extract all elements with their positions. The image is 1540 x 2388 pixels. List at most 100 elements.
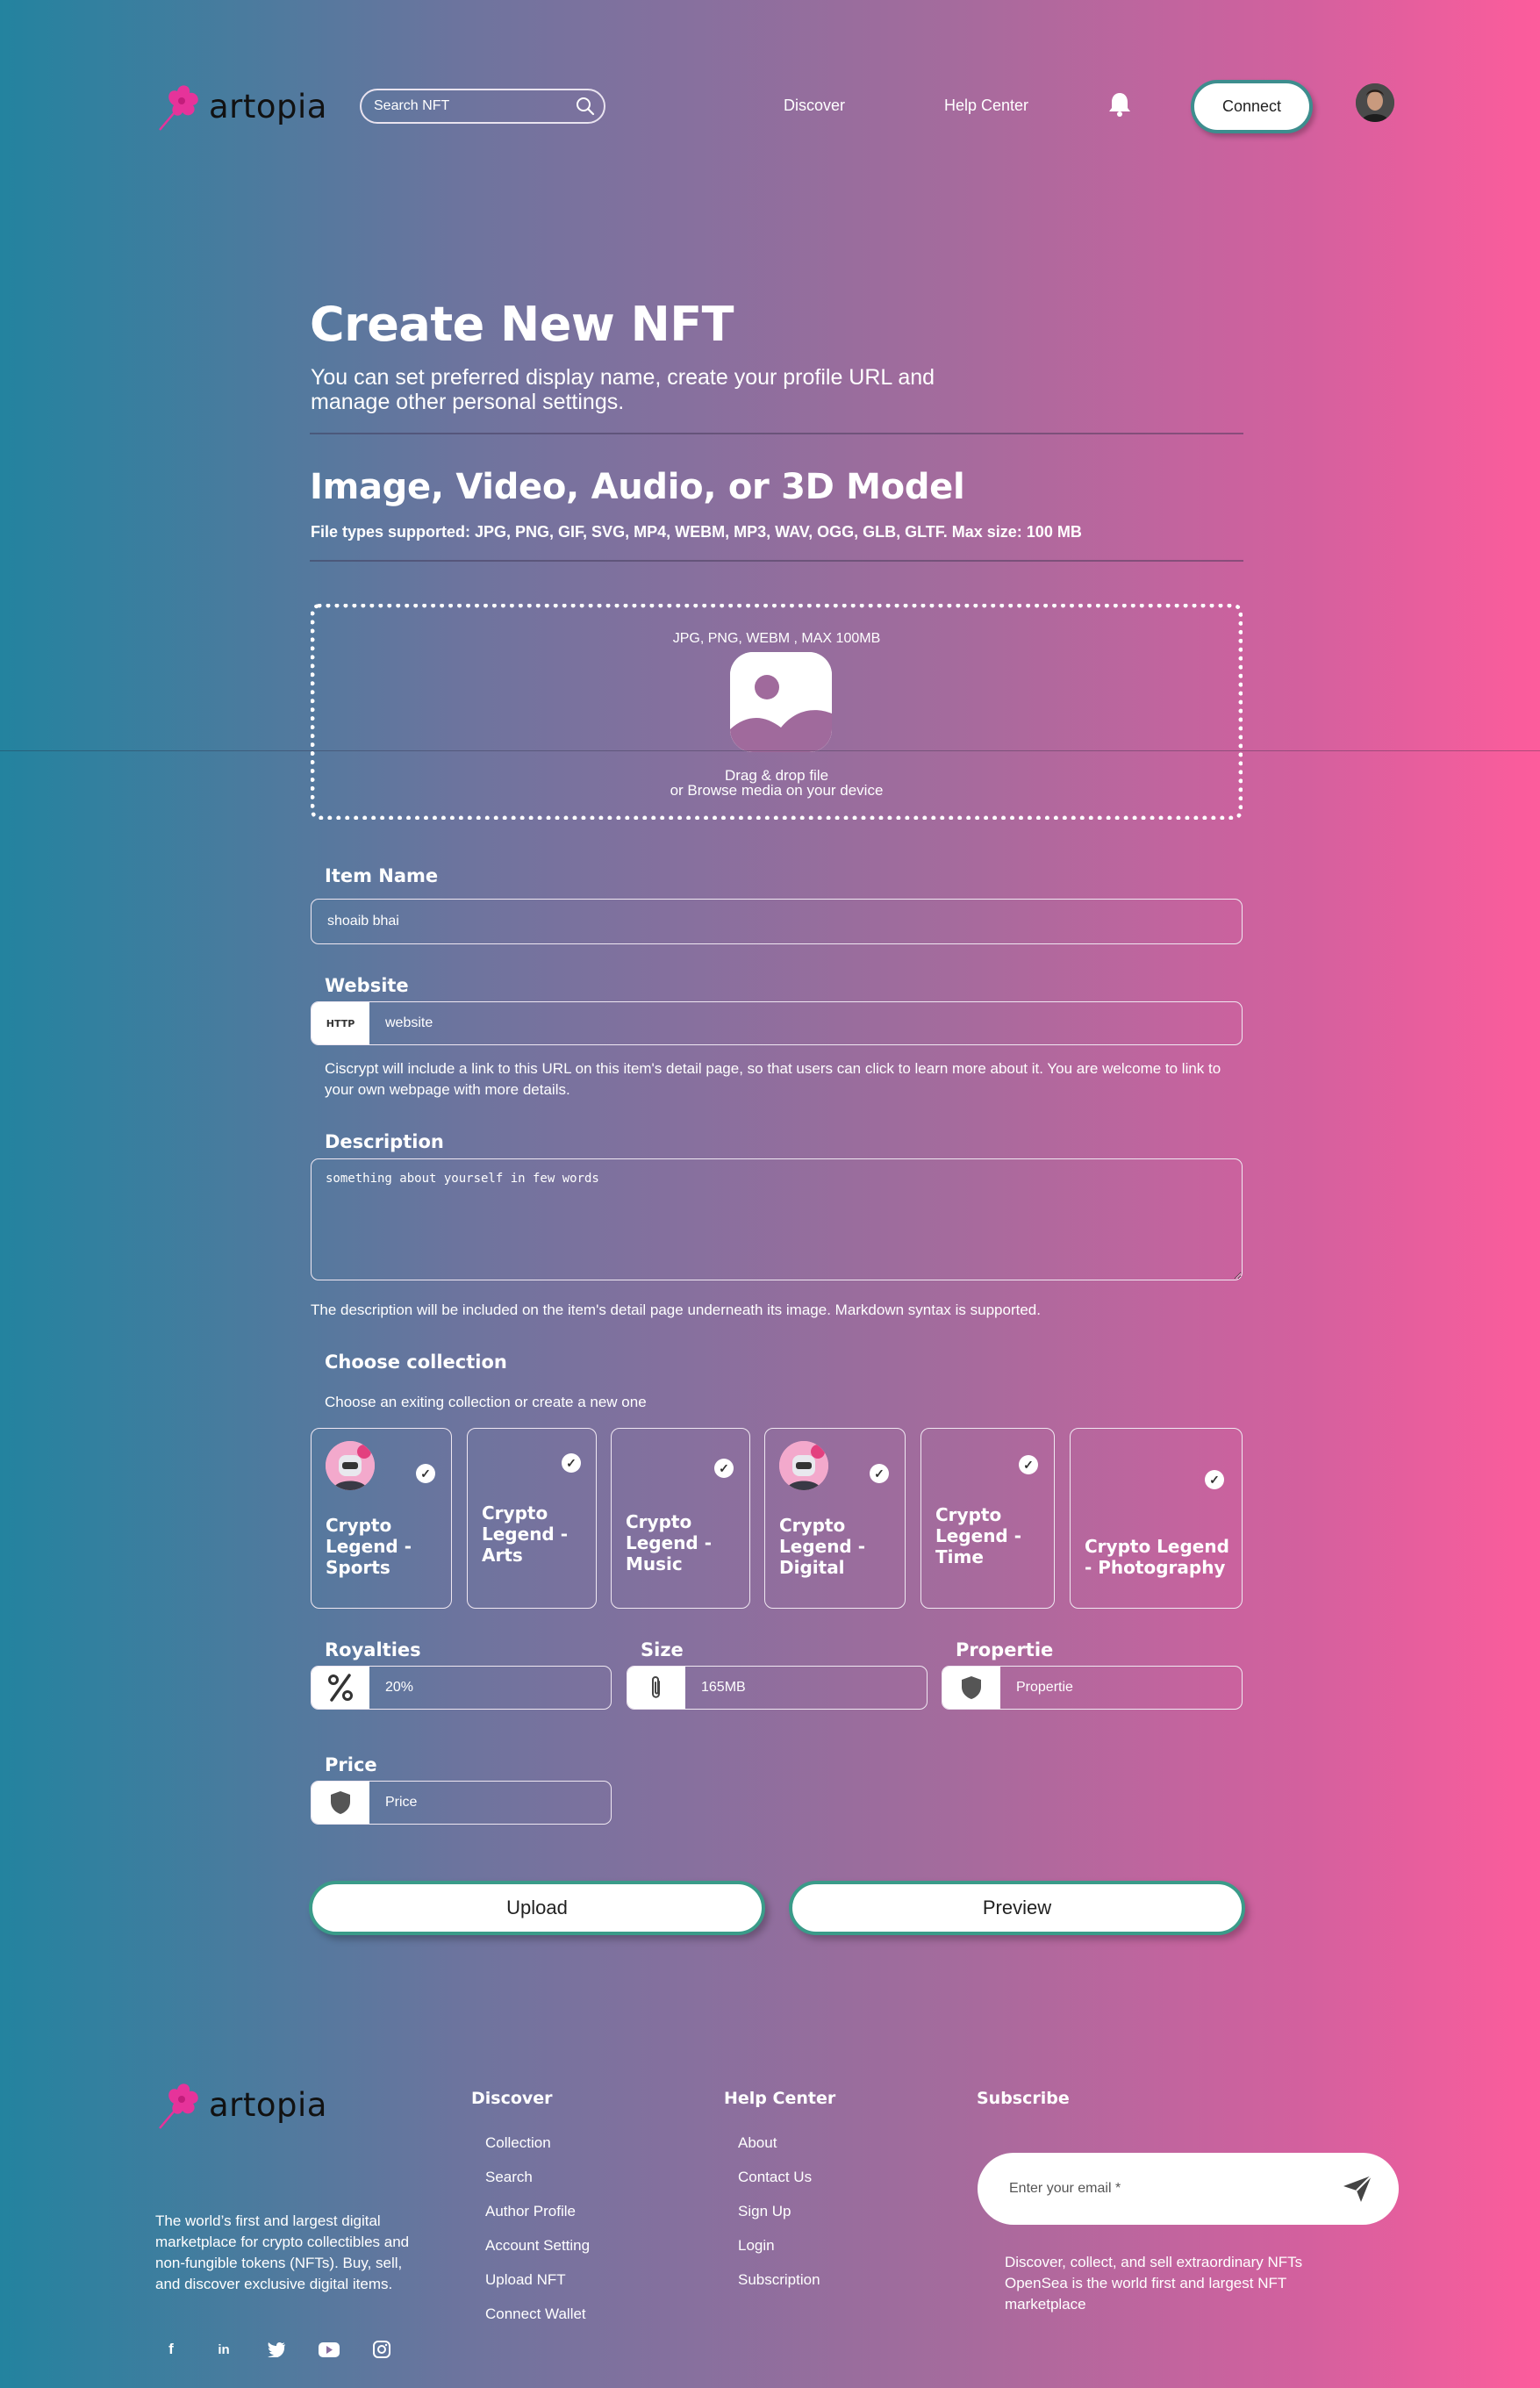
paperclip-icon — [627, 1667, 685, 1709]
check-icon: ✓ — [714, 1459, 734, 1478]
dropzone-text: Drag & drop file or Browse media on your… — [315, 768, 1238, 798]
price-input[interactable] — [369, 1782, 606, 1824]
collection-title: Crypto Legend - Digital — [779, 1515, 866, 1578]
subscribe-text: Discover, collect, and sell extraordinar… — [1005, 2254, 1303, 2313]
shield-icon — [312, 1782, 369, 1824]
footer-link-login[interactable]: Login — [738, 2237, 820, 2255]
price-field[interactable] — [311, 1781, 612, 1825]
footer-link-contact-us[interactable]: Contact Us — [738, 2169, 820, 2186]
nav-help-center[interactable]: Help Center — [944, 97, 1028, 115]
footer-subscribe-title: Subscribe — [977, 2089, 1070, 2108]
footer-link-collection[interactable]: Collection — [485, 2134, 590, 2152]
website-field[interactable]: HTTP — [311, 1001, 1243, 1045]
price-label: Price — [325, 1754, 377, 1775]
check-icon: ✓ — [562, 1453, 581, 1473]
upload-button[interactable]: Upload — [309, 1881, 765, 1935]
linkedin-icon[interactable]: in — [209, 2334, 239, 2364]
search-input[interactable] — [372, 97, 551, 115]
flower-logo-icon — [159, 2083, 198, 2129]
page-title: Create New NFT — [310, 297, 734, 352]
user-avatar[interactable] — [1356, 83, 1394, 122]
collection-label: Choose collection — [325, 1352, 507, 1373]
collection-title: Crypto Legend - Photography — [1085, 1536, 1229, 1578]
http-prefix: HTTP — [312, 1002, 369, 1044]
size-input[interactable] — [685, 1667, 922, 1709]
collection-avatar — [326, 1441, 375, 1490]
website-input[interactable] — [369, 1002, 1229, 1044]
footer-link-sign-up[interactable]: Sign Up — [738, 2203, 820, 2220]
size-field[interactable] — [627, 1666, 928, 1710]
divider — [310, 433, 1243, 434]
collection-card-digital[interactable]: ✓ Crypto Legend - Digital — [764, 1428, 906, 1609]
divider — [310, 560, 1243, 562]
preview-button[interactable]: Preview — [789, 1881, 1245, 1935]
description-help: The description will be included on the … — [311, 1302, 1041, 1318]
bell-icon[interactable] — [1108, 91, 1131, 118]
dropzone-line2[interactable]: or Browse media on your device — [315, 783, 1238, 798]
instagram-icon[interactable] — [367, 2334, 397, 2364]
collection-card-photography[interactable]: ✓ Crypto Legend - Photography — [1070, 1428, 1243, 1609]
collection-avatar — [779, 1441, 828, 1490]
brand-name: artopia — [209, 87, 327, 125]
flower-logo-icon — [159, 85, 198, 131]
search-icon[interactable] — [576, 97, 595, 116]
collection-card-arts[interactable]: ✓ Crypto Legend - Arts — [467, 1428, 597, 1609]
media-title: Image, Video, Audio, or 3D Model — [310, 467, 965, 507]
media-dropzone[interactable]: JPG, PNG, WEBM , MAX 100MB Drag & drop f… — [311, 604, 1243, 820]
footer-help-links: About Contact Us Sign Up Login Subscript… — [738, 2134, 820, 2289]
collection-card-time[interactable]: ✓ Crypto Legend - Time — [920, 1428, 1055, 1609]
check-icon: ✓ — [870, 1464, 889, 1483]
collection-card-sports[interactable]: ✓ Crypto Legend - Sports — [311, 1428, 452, 1609]
royalties-input[interactable] — [369, 1667, 606, 1709]
item-name-input[interactable] — [326, 913, 1207, 930]
collection-card-music[interactable]: ✓ Crypto Legend - Music — [611, 1428, 750, 1609]
header-logo[interactable]: artopia — [156, 81, 327, 132]
subscribe-email-input[interactable] — [1007, 2180, 1309, 2198]
properties-input[interactable] — [1000, 1667, 1237, 1709]
website-label: Website — [325, 975, 409, 996]
collection-title: Crypto Legend - Arts — [482, 1502, 569, 1566]
footer-link-search[interactable]: Search — [485, 2169, 590, 2186]
royalties-field[interactable] — [311, 1666, 612, 1710]
image-placeholder-icon — [730, 652, 832, 752]
description-textarea[interactable] — [311, 1158, 1243, 1280]
footer-link-connect-wallet[interactable]: Connect Wallet — [485, 2306, 590, 2323]
footer-link-account-setting[interactable]: Account Setting — [485, 2237, 590, 2255]
social-links: f in — [156, 2334, 397, 2364]
check-icon: ✓ — [416, 1464, 435, 1483]
properties-field[interactable] — [942, 1666, 1243, 1710]
footer-link-upload-nft[interactable]: Upload NFT — [485, 2271, 590, 2289]
collection-title: Crypto Legend - Music — [626, 1511, 713, 1574]
footer-link-subscription[interactable]: Subscription — [738, 2271, 820, 2289]
check-icon: ✓ — [1205, 1470, 1224, 1489]
search-bar[interactable] — [360, 89, 605, 124]
twitter-icon[interactable] — [261, 2334, 291, 2364]
youtube-icon[interactable] — [314, 2334, 344, 2364]
connect-button[interactable]: Connect — [1191, 80, 1313, 133]
properties-label: Propertie — [956, 1639, 1054, 1660]
dropzone-formats: JPG, PNG, WEBM , MAX 100MB — [672, 631, 881, 646]
footer-help-title: Help Center — [724, 2089, 836, 2108]
media-subtitle: File types supported: JPG, PNG, GIF, SVG… — [311, 523, 1082, 541]
collection-title: Crypto Legend - Sports — [326, 1515, 412, 1578]
footer-discover-title: Discover — [471, 2089, 553, 2108]
percent-icon — [312, 1667, 369, 1709]
footer-link-about[interactable]: About — [738, 2134, 820, 2152]
footer-discover-links: Collection Search Author Profile Account… — [485, 2134, 590, 2323]
item-name-field[interactable] — [311, 899, 1243, 944]
facebook-icon[interactable]: f — [156, 2334, 186, 2364]
footer-description: The world’s first and largest digital ma… — [155, 2212, 410, 2292]
collection-help: Choose an exiting collection or create a… — [325, 1394, 647, 1410]
subscribe-form — [978, 2153, 1399, 2225]
collection-title: Crypto Legend - Time — [935, 1504, 1022, 1567]
footer-logo[interactable]: artopia — [156, 2079, 327, 2130]
website-help: Ciscrypt will include a link to this URL… — [325, 1060, 1221, 1098]
item-name-label: Item Name — [325, 865, 439, 886]
dropzone-line1: Drag & drop file — [724, 767, 829, 784]
nav-discover[interactable]: Discover — [784, 97, 845, 115]
description-label: Description — [325, 1131, 444, 1152]
footer-link-author-profile[interactable]: Author Profile — [485, 2203, 590, 2220]
royalties-label: Royalties — [325, 1639, 421, 1660]
size-label: Size — [641, 1639, 684, 1660]
send-icon[interactable] — [1343, 2175, 1372, 2203]
